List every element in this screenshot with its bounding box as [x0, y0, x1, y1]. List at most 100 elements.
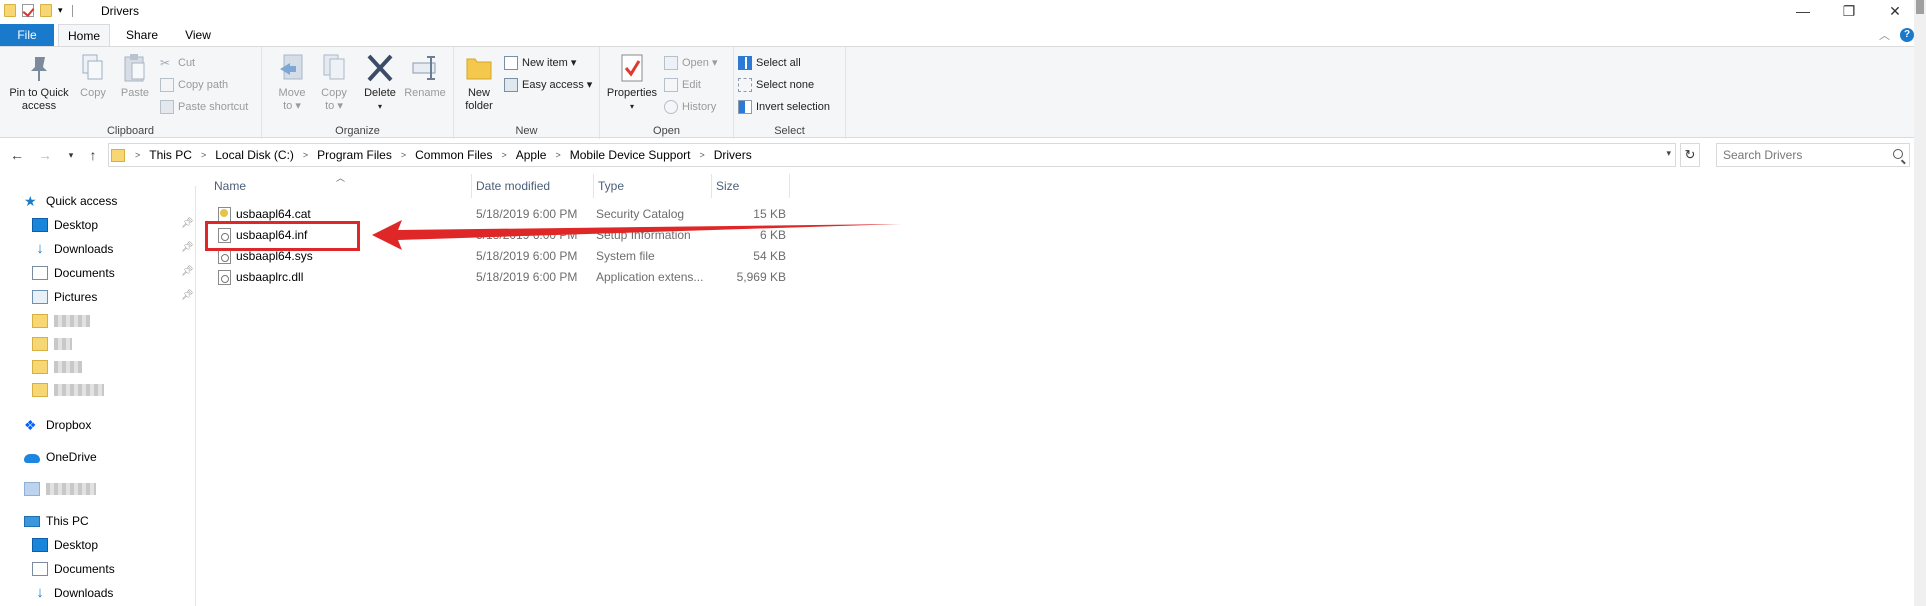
address-bar[interactable]: > This PC > Local Disk (C:) > Program Fi…: [108, 143, 1676, 167]
scrollbar-thumb[interactable]: [1916, 0, 1924, 14]
copy-label: Copy: [80, 87, 106, 99]
system-file-icon: [218, 249, 231, 264]
nav-item-pictures[interactable]: Pictures: [32, 287, 97, 307]
nav-item-redacted-folder[interactable]: [32, 311, 90, 331]
nav-item-redacted-folder[interactable]: [32, 380, 104, 400]
new-item-icon: [504, 56, 518, 70]
select-all-button[interactable]: Select all: [738, 54, 801, 72]
column-header-size[interactable]: Size: [710, 174, 790, 198]
select-none-button[interactable]: Select none: [738, 76, 814, 94]
tab-file[interactable]: File: [0, 24, 54, 46]
move-to-icon: [276, 53, 308, 83]
breadcrumb-common-files[interactable]: Common Files: [412, 148, 495, 162]
nav-item-documents[interactable]: Documents: [32, 559, 115, 579]
nav-item-label: Documents: [54, 266, 115, 280]
minimize-button[interactable]: —: [1780, 0, 1826, 22]
vertical-scrollbar[interactable]: [1914, 0, 1926, 606]
move-to-button[interactable]: Move to ▾: [272, 53, 312, 113]
paste-shortcut-button[interactable]: Paste shortcut: [160, 98, 248, 116]
nav-item-redacted-folder[interactable]: [32, 334, 72, 354]
nav-quick-access[interactable]: ★ Quick access: [24, 191, 117, 211]
breadcrumb-apple[interactable]: Apple: [513, 148, 550, 162]
copy-icon: [77, 53, 109, 83]
forward-arrow-icon[interactable]: →: [36, 145, 54, 165]
edit-button[interactable]: Edit: [664, 76, 701, 94]
nav-item-label: Downloads: [54, 586, 114, 600]
easy-access-icon: [504, 78, 518, 92]
title-divider: [72, 4, 73, 17]
pin-icon[interactable]: 📌︎: [181, 266, 194, 277]
close-button[interactable]: ✕: [1872, 0, 1918, 22]
customize-toolbar-chevron-icon[interactable]: ▾: [58, 4, 66, 17]
nav-item-desktop[interactable]: Desktop: [32, 215, 98, 235]
select-group-label: Select: [774, 125, 805, 137]
refresh-icon[interactable]: ↻: [1680, 143, 1700, 167]
properties-check-icon[interactable]: [22, 4, 34, 17]
column-header-type[interactable]: Type: [592, 174, 712, 198]
paste-shortcut-icon: [160, 100, 174, 114]
nav-item-redacted-folder[interactable]: [32, 357, 82, 377]
cut-label: Cut: [178, 57, 196, 69]
download-arrow-icon: ↓: [36, 584, 44, 601]
breadcrumb-program-files[interactable]: Program Files: [314, 148, 395, 162]
collapse-ribbon-chevron-icon[interactable]: ︿: [1879, 27, 1890, 43]
folder-icon: [111, 148, 125, 162]
pin-label-line1: Pin to Quick: [9, 87, 69, 99]
documents-icon: [32, 562, 48, 576]
breadcrumb-mobile-device-support[interactable]: Mobile Device Support: [567, 148, 694, 162]
easy-access-button[interactable]: Easy access ▾: [504, 76, 592, 94]
pin-icon[interactable]: 📌︎: [181, 218, 194, 229]
search-input[interactable]: Search Drivers: [1716, 143, 1910, 167]
delete-button[interactable]: Delete ▾: [360, 53, 400, 113]
copy-button[interactable]: Copy: [76, 53, 110, 100]
restore-button[interactable]: ❐: [1826, 0, 1872, 22]
copy-path-button[interactable]: Copy path: [160, 76, 228, 94]
invert-selection-button[interactable]: Invert selection: [738, 98, 830, 116]
breadcrumb-separator: >: [302, 150, 309, 160]
properties-dropdown-icon[interactable]: ▾: [604, 100, 660, 113]
column-header-name[interactable]: Name: [208, 174, 472, 198]
address-row: ← → ▾ ↑ > This PC > Local Disk (C:) > Pr…: [0, 143, 1926, 167]
help-icon[interactable]: ?: [1900, 28, 1914, 42]
cut-button[interactable]: ✂ Cut: [160, 54, 195, 72]
nav-dropbox[interactable]: ❖ Dropbox: [24, 415, 91, 435]
tab-share[interactable]: Share: [118, 24, 166, 46]
nav-item-documents[interactable]: Documents: [32, 263, 115, 283]
nav-item-downloads[interactable]: ↓ Downloads: [32, 583, 113, 603]
properties-button[interactable]: Properties ▾: [604, 53, 660, 113]
rename-button[interactable]: Rename: [402, 53, 448, 100]
tab-home[interactable]: Home: [58, 24, 110, 46]
delete-dropdown-icon[interactable]: ▾: [360, 100, 400, 113]
breadcrumb-this-pc[interactable]: This PC: [146, 148, 195, 162]
breadcrumb-local-disk[interactable]: Local Disk (C:): [212, 148, 297, 162]
up-arrow-icon[interactable]: ↑: [84, 145, 102, 165]
open-button[interactable]: Open ▾: [664, 54, 718, 72]
nav-item-downloads[interactable]: ↓ Downloads: [32, 239, 113, 259]
copy-to-button[interactable]: Copy to ▾: [314, 53, 354, 113]
pin-to-quick-access-button[interactable]: Pin to Quick access: [4, 53, 74, 113]
nav-onedrive[interactable]: OneDrive: [24, 447, 97, 467]
history-button[interactable]: History: [664, 98, 716, 116]
new-folder-button[interactable]: New folder: [456, 53, 502, 113]
new-folder-icon[interactable]: [40, 4, 52, 17]
pin-icon[interactable]: 📌︎: [181, 290, 194, 301]
address-dropdown-chevron-icon[interactable]: ▾: [1666, 148, 1671, 159]
nav-item-label: Documents: [54, 562, 115, 576]
breadcrumb-drivers[interactable]: Drivers: [711, 148, 755, 162]
recent-locations-chevron-icon[interactable]: ▾: [62, 145, 80, 165]
tab-view[interactable]: View: [176, 24, 220, 46]
nav-dropbox-label: Dropbox: [46, 418, 92, 432]
column-header-date-modified[interactable]: Date modified: [470, 174, 594, 198]
file-row[interactable]: usbaaplrc.dll 5/18/2019 6:00 PM Applicat…: [208, 267, 788, 288]
paste-button[interactable]: Paste: [116, 53, 154, 100]
pin-icon[interactable]: 📌︎: [181, 242, 194, 253]
new-item-button[interactable]: New item ▾: [504, 54, 576, 72]
new-folder-label-line1: New: [467, 87, 490, 99]
download-arrow-icon: ↓: [36, 240, 44, 257]
nav-quick-access-label: Quick access: [46, 194, 118, 208]
back-arrow-icon[interactable]: ←: [8, 145, 26, 165]
delete-label: Delete: [364, 87, 396, 99]
nav-item-desktop[interactable]: Desktop: [32, 535, 98, 555]
nav-redacted-user[interactable]: [24, 479, 96, 499]
nav-this-pc[interactable]: This PC: [24, 511, 89, 531]
